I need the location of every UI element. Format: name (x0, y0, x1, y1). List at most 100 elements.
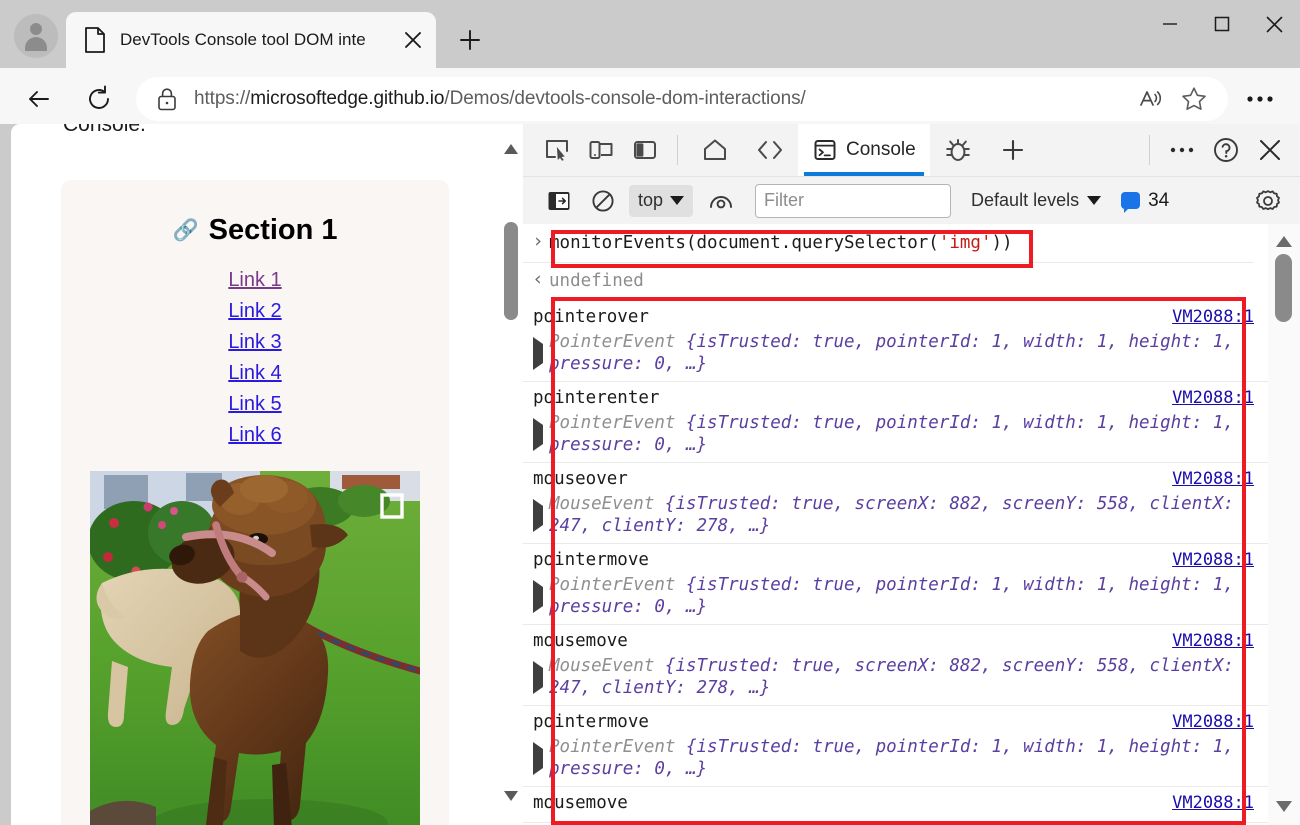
chevron-up-icon (503, 143, 519, 155)
tab-close-icon[interactable] (396, 23, 430, 57)
back-button[interactable] (16, 76, 62, 122)
divider (1149, 135, 1150, 165)
devtools-tab-elements[interactable] (742, 124, 798, 176)
console-scrollbar[interactable] (1268, 224, 1300, 825)
expand-triangle-icon[interactable] (533, 574, 549, 606)
list-item: Link 3 (81, 331, 429, 354)
log-levels-dropdown[interactable]: Default levels (971, 190, 1101, 211)
web-page-viewport[interactable]: Console. 🔗 Section 1 Link 1 Link 2 Link … (11, 124, 523, 825)
console-event-entry[interactable]: mousemove VM2088:1 MouseEvent {isTrusted… (523, 625, 1268, 706)
console-output-area[interactable]: › monitorEvents(document.querySelector('… (523, 224, 1300, 825)
console-event-entry[interactable]: pointerenter VM2088:1 PointerEvent {isTr… (523, 382, 1268, 463)
devtools-tab-console[interactable]: Console (798, 124, 930, 176)
expand-triangle-icon[interactable] (533, 331, 549, 363)
javascript-context-selector[interactable]: top (629, 185, 693, 217)
expand-triangle-icon[interactable] (533, 412, 549, 444)
expr-suffix: )) (992, 233, 1013, 253)
event-source-link[interactable]: VM2088:1 (1172, 469, 1254, 489)
browser-settings-button[interactable] (1236, 76, 1284, 122)
console-input-row[interactable]: › monitorEvents(document.querySelector('… (523, 224, 1254, 263)
maximize-icon (1213, 15, 1231, 33)
event-source-link[interactable]: VM2088:1 (1172, 550, 1254, 570)
list-item: Link 4 (81, 362, 429, 385)
dock-side-button[interactable] (623, 130, 667, 170)
device-emulation-button[interactable] (579, 130, 623, 170)
event-body: MouseEvent {isTrusted: true, screenX: 88… (523, 493, 1268, 537)
expand-triangle-icon[interactable] (533, 655, 549, 687)
message-count-badge[interactable]: 34 (1121, 190, 1169, 212)
event-class: PointerEvent (549, 575, 675, 595)
page-icon (84, 27, 106, 53)
event-source-link[interactable]: VM2088:1 (1172, 793, 1254, 813)
page-link-1[interactable]: Link 1 (228, 269, 281, 291)
page-link-5[interactable]: Link 5 (228, 393, 281, 415)
devtools-panel: Console (523, 124, 1300, 825)
console-result-row: ‹ undefined (523, 263, 1254, 299)
page-scroll-thumb[interactable] (504, 222, 518, 320)
console-sidebar-toggle-button[interactable] (537, 181, 581, 221)
favorite-button[interactable] (1172, 79, 1216, 119)
page-link-4[interactable]: Link 4 (228, 362, 281, 384)
read-aloud-button[interactable] (1128, 79, 1172, 119)
console-scroll-up-button[interactable] (1268, 230, 1300, 252)
help-icon (1212, 136, 1240, 164)
url-host: microsoftedge.github.io (250, 88, 444, 109)
address-bar[interactable]: https://microsoftedge.github.io/Demos/de… (136, 77, 1228, 121)
expand-triangle-icon[interactable] (533, 493, 549, 525)
inspect-element-button[interactable] (535, 130, 579, 170)
event-name: pointermove (533, 710, 1172, 735)
eye-live-expression-icon (708, 191, 734, 211)
console-scroll-down-button[interactable] (1268, 795, 1300, 817)
console-filter-input[interactable] (755, 184, 951, 218)
console-event-entry[interactable]: pointerover VM2088:1 PointerEvent {isTru… (523, 301, 1268, 382)
read-aloud-icon (1137, 86, 1163, 112)
devtools-more-options-button[interactable] (1160, 130, 1204, 170)
devtools-tab-welcome[interactable] (688, 124, 742, 176)
page-scrollbar[interactable] (499, 124, 523, 825)
expr-prefix: monitorEvents(document.querySelector( (549, 233, 939, 253)
new-tab-button[interactable] (450, 20, 490, 60)
section-heading: 🔗 Section 1 (81, 214, 429, 247)
event-object-preview: PointerEvent {isTrusted: true, pointerId… (549, 574, 1254, 618)
clear-console-button[interactable] (581, 181, 625, 221)
result-chevron-icon: ‹ (527, 268, 549, 290)
page-scroll-down-button[interactable] (499, 783, 523, 809)
expand-triangle-icon[interactable] (533, 736, 549, 768)
console-event-entry[interactable]: mousemove VM2088:1 (523, 787, 1268, 823)
devtools-more-tools-button[interactable] (986, 124, 1040, 176)
console-scroll-thumb[interactable] (1275, 254, 1292, 322)
console-event-entry[interactable]: pointermove VM2088:1 PointerEvent {isTru… (523, 544, 1268, 625)
console-event-entry[interactable]: mouseover VM2088:1 MouseEvent {isTrusted… (523, 463, 1268, 544)
page-scroll-up-button[interactable] (499, 136, 523, 162)
devtools-settings-button[interactable] (1246, 181, 1290, 221)
minimize-button[interactable] (1144, 0, 1196, 48)
profile-avatar-button[interactable] (14, 14, 58, 58)
alpaca-image[interactable] (90, 471, 420, 825)
console-event-entry[interactable]: pointermove VM2088:1 PointerEvent {isTru… (523, 706, 1268, 787)
event-source-link[interactable]: VM2088:1 (1172, 712, 1254, 732)
console-scroll-region: › monitorEvents(document.querySelector('… (523, 224, 1268, 825)
divider (677, 135, 678, 165)
console-result-value: undefined (549, 268, 644, 294)
browser-tab[interactable]: DevTools Console tool DOM inte (66, 12, 436, 68)
devtools-close-button[interactable] (1248, 130, 1292, 170)
gear-icon (1254, 187, 1282, 215)
page-link-3[interactable]: Link 3 (228, 331, 281, 353)
event-source-link[interactable]: VM2088:1 (1172, 388, 1254, 408)
window-close-button[interactable] (1248, 0, 1300, 48)
link-icon[interactable]: 🔗 (172, 219, 198, 243)
console-event-log: pointerover VM2088:1 PointerEvent {isTru… (523, 301, 1268, 823)
devtools-tab-issues[interactable] (930, 124, 986, 176)
page-link-2[interactable]: Link 2 (228, 300, 281, 322)
reload-button[interactable] (76, 76, 122, 122)
console-sidebar-icon (547, 190, 571, 212)
live-expression-button[interactable] (699, 181, 743, 221)
event-name: pointermove (533, 548, 1172, 573)
event-name: pointerover (533, 305, 1172, 330)
page-link-6[interactable]: Link 6 (228, 424, 281, 446)
maximize-button[interactable] (1196, 0, 1248, 48)
devtools-help-button[interactable] (1204, 130, 1248, 170)
event-source-link[interactable]: VM2088:1 (1172, 631, 1254, 651)
console-icon (812, 137, 838, 163)
event-source-link[interactable]: VM2088:1 (1172, 307, 1254, 327)
